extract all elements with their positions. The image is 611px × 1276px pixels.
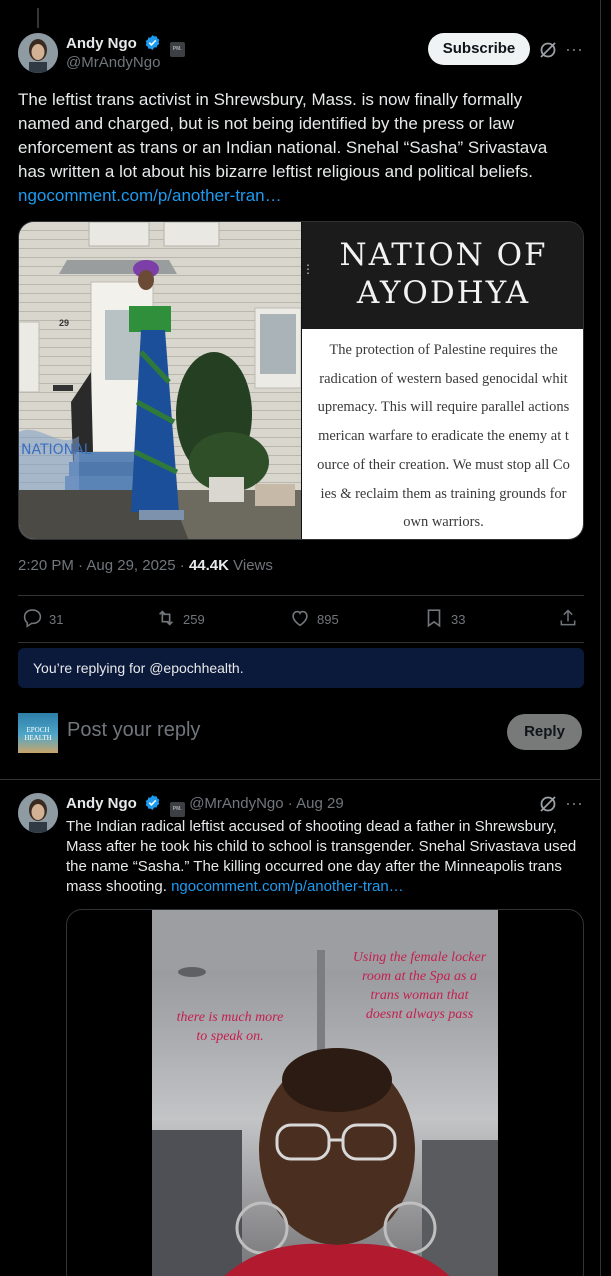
post2-text: The Indian radical leftist accused of sh… [66, 817, 586, 897]
post2-author-line: Andy Ngo PM. @MrAndyNgo · Aug 29 [66, 794, 344, 817]
epoch-health-avatar[interactable]: EPOCH HEALTH [18, 713, 58, 753]
nation-title-line-2: AYODHYA [356, 275, 531, 311]
post2-link[interactable]: ngocomment.com/p/another-tran… [171, 878, 404, 895]
bookmark-action[interactable]: 33 [423, 607, 465, 631]
nation-title-line-1: NATION OF [339, 237, 548, 273]
reply-action[interactable]: 31 [22, 607, 63, 631]
reply-input[interactable]: Post your reply [67, 719, 200, 742]
author-avatar[interactable] [18, 33, 58, 73]
nation-text-line: ies & reclaim them as training grounds f… [320, 485, 567, 502]
affiliate-badge-icon: PM. [169, 802, 185, 817]
video-caption-left: there is much more to speak on. [176, 1010, 284, 1044]
post2-video[interactable]: there is much more to speak on. Using th… [66, 909, 584, 1276]
reply-icon [22, 607, 43, 631]
repost-icon [155, 607, 177, 632]
replying-as-banner: You’re replying for @epochhealth. [18, 648, 584, 688]
author-avatar[interactable] [18, 793, 58, 833]
post-media[interactable]: NATIONAL 29 ⋮ NATION OF AYODHYA The prot… [18, 221, 584, 540]
author-handle[interactable]: @MrAndyNgo [189, 795, 283, 812]
bookmark-count: 33 [451, 611, 466, 627]
post-body: The leftist trans activist in Shrewsbury… [18, 90, 548, 181]
author-handle[interactable]: @MrAndyNgo [66, 54, 160, 71]
reply-count: 31 [49, 611, 64, 627]
post2-date[interactable]: · Aug 29 [284, 795, 344, 812]
nation-text-line: ource of their creation. We must stop al… [317, 456, 570, 473]
views-label: Views [228, 557, 273, 574]
more-icon[interactable]: ··· [564, 39, 584, 59]
timeline-column: Andy Ngo PM. @MrAndyNgo Subscribe ··· Th… [0, 0, 601, 1276]
verified-badge-icon [144, 34, 161, 56]
nation-text-line: radication of western based genocidal wh… [319, 370, 568, 387]
video-caption-right: Using the female locker room at the Spa … [352, 950, 487, 1022]
nation-text-block: The protection of Palestine requires the… [302, 329, 583, 539]
video-frame[interactable]: there is much more to speak on. Using th… [152, 910, 498, 1276]
verified-badge-icon [144, 794, 161, 816]
epoch-avatar-line-1: EPOCH [26, 726, 50, 734]
nation-title: NATION OF AYODHYA [302, 236, 583, 312]
divider [18, 642, 584, 643]
repost-action[interactable]: 259 [155, 607, 205, 631]
like-count: 895 [317, 611, 339, 627]
author-name[interactable]: Andy Ngo [66, 795, 137, 812]
nation-text-line: merican warfare to eradicate the enemy a… [318, 428, 569, 445]
share-icon [558, 608, 578, 631]
reply-button[interactable]: Reply [507, 714, 582, 750]
house-photo[interactable]: NATIONAL 29 [19, 222, 302, 539]
repost-count: 259 [183, 611, 205, 627]
more-icon[interactable]: ··· [564, 793, 584, 813]
post-meta: 2:20 PM · Aug 29, 2025 · 44.4K Views [18, 557, 273, 574]
author-name[interactable]: Andy Ngo [66, 35, 137, 52]
nation-text-line: own warriors. [403, 514, 484, 531]
nation-screenshot[interactable]: ⋮ NATION OF AYODHYA The protection of Pa… [302, 222, 583, 539]
bookmark-icon [423, 607, 445, 632]
nation-text-line: upremacy. This will require parallel act… [317, 399, 570, 416]
house-number: 29 [59, 318, 70, 328]
like-action[interactable]: 895 [289, 607, 339, 631]
divider [18, 595, 584, 596]
post-timestamp[interactable]: 2:20 PM · Aug 29, 2025 · [18, 557, 189, 574]
heart-icon [289, 607, 311, 632]
grok-icon[interactable] [538, 40, 558, 60]
post-link[interactable]: ngocomment.com/p/another-tran… [18, 186, 282, 205]
subscribe-button[interactable]: Subscribe [428, 33, 530, 65]
post-text: The leftist trans activist in Shrewsbury… [18, 88, 578, 208]
grok-icon[interactable] [538, 794, 558, 814]
share-action[interactable] [558, 607, 578, 631]
epoch-avatar-line-2: HEALTH [24, 734, 52, 742]
graffiti-text: NATIONAL [21, 442, 92, 458]
affiliate-badge-icon: PM. [169, 42, 185, 57]
thread-connector [37, 8, 39, 28]
post-separator [0, 779, 601, 780]
views-count: 44.4K [188, 557, 229, 574]
nation-text-line: The protection of Palestine requires the [329, 342, 558, 358]
action-bar: 31 259 895 33 [18, 607, 584, 631]
